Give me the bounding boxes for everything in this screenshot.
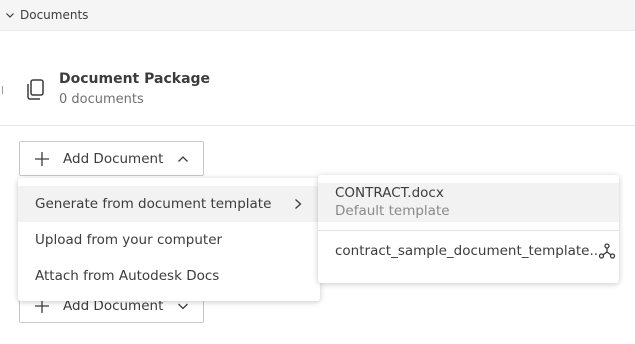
chevron-up-icon	[176, 152, 190, 166]
menu-item-label: Upload from your computer	[35, 232, 223, 248]
template-submenu: CONTRACT.docx Default template contract_…	[318, 175, 619, 283]
menu-item-upload-from-computer[interactable]: Upload from your computer	[18, 222, 320, 258]
template-name: CONTRACT.docx	[335, 185, 444, 201]
package-document-count: 0 documents	[59, 92, 144, 107]
chevron-right-icon	[292, 197, 304, 211]
section-title: Documents	[20, 8, 89, 22]
menu-item-attach-from-autodesk-docs[interactable]: Attach from Autodesk Docs	[18, 258, 320, 294]
document-package: Document Package 0 documents	[0, 60, 635, 126]
template-item-default[interactable]: CONTRACT.docx Default template	[318, 183, 619, 222]
add-document-button[interactable]: Add Document	[19, 141, 204, 176]
menu-item-label: Attach from Autodesk Docs	[35, 268, 220, 284]
chevron-down-icon[interactable]	[4, 9, 16, 21]
document-copy-icon	[25, 78, 47, 102]
menu-item-generate-from-template[interactable]: Generate from document template	[18, 186, 320, 222]
add-document-label: Add Document	[63, 150, 164, 167]
template-item-contract-sample[interactable]: contract_sample_document_template....	[318, 231, 619, 271]
shared-nodes-icon	[598, 242, 616, 260]
package-edge-marker	[0, 86, 3, 94]
menu-item-label: Generate from document template	[35, 196, 272, 212]
template-name: contract_sample_document_template....	[335, 243, 597, 259]
package-title: Document Package	[59, 71, 211, 87]
template-description: Default template	[335, 203, 450, 219]
plus-icon	[34, 151, 50, 167]
add-document-menu: Generate from document template Upload f…	[18, 178, 320, 301]
section-header-documents[interactable]: Documents	[0, 0, 635, 31]
